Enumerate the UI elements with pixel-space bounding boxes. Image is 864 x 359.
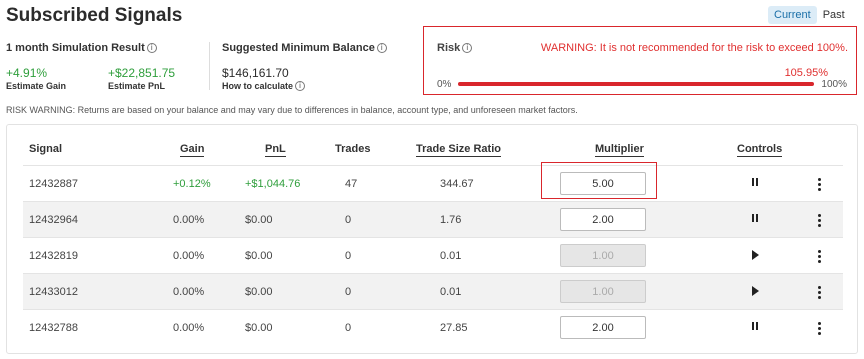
table-row: 12432819 0.00% $0.00 0 0.01 [23,237,843,273]
cell-ratio: 1.76 [440,214,462,226]
cell-trades: 0 [345,286,352,298]
header-ratio[interactable]: Trade Size Ratio [416,143,501,157]
risk-note: RISK WARNING: Returns are based on your … [6,105,578,115]
pause-icon[interactable] [748,320,762,334]
cell-trades: 47 [345,178,358,190]
min-balance-label-text: Suggested Minimum Balance [222,42,375,54]
divider [209,42,210,90]
header-gain[interactable]: Gain [180,143,205,157]
cell-gain: 0.00% [173,250,205,262]
more-options-icon[interactable] [815,284,825,300]
estimate-gain-label: Estimate Gain [6,81,67,91]
cell-ratio: 0.01 [440,250,462,262]
header-signal: Signal [29,143,63,155]
cell-trades: 0 [345,250,352,262]
info-icon[interactable]: i [146,43,157,53]
cell-ratio: 27.85 [440,322,468,334]
cell-gain: +0.12% [173,178,211,190]
play-icon[interactable] [748,248,762,262]
cell-signal: 12432788 [29,322,78,334]
min-balance-label: Suggested Minimum Balance i [222,42,387,54]
risk-progress-fill [458,82,814,86]
cell-gain: 0.00% [173,214,205,226]
more-options-icon[interactable] [815,212,825,228]
cell-ratio: 0.01 [440,286,462,298]
info-icon[interactable]: i [295,81,306,91]
more-options-icon[interactable] [815,176,825,192]
risk-max-label: 100% [821,79,847,90]
estimate-pnl-label: Estimate PnL [108,81,166,91]
cell-gain: 0.00% [173,286,205,298]
multiplier-highlight-box [541,162,657,199]
risk-label-text: Risk [437,42,461,54]
more-options-icon[interactable] [815,320,825,336]
multiplier-input[interactable] [560,316,646,339]
how-to-calculate-text: How to calculate [222,81,294,91]
table-row: 12433012 0.00% $0.00 0 0.01 [23,273,843,309]
cell-signal: 12432819 [29,250,78,262]
cell-trades: 0 [345,214,352,226]
min-balance-value: $146,161.70 [222,66,289,80]
header-pnl[interactable]: PnL [265,143,286,157]
pause-icon[interactable] [748,212,762,226]
cell-signal: 12432887 [29,178,78,190]
tab-past[interactable]: Past [817,6,851,24]
header-multiplier[interactable]: Multiplier [595,143,644,157]
view-toggle: Current Past [768,6,851,24]
multiplier-input [560,244,646,267]
estimate-pnl-value: +$22,851.75 [108,66,176,80]
cell-trades: 0 [345,322,352,334]
simulation-label: 1 month Simulation Result i [6,42,157,54]
estimate-gain-value: +4.91% [6,66,48,80]
how-to-calculate-link[interactable]: How to calculate i [222,81,306,91]
risk-label: Risk i [437,42,473,54]
info-icon[interactable]: i [462,43,473,53]
play-icon[interactable] [748,284,762,298]
table-row: 12432788 0.00% $0.00 0 27.85 [23,309,843,345]
risk-warning: WARNING: It is not recommended for the r… [540,42,848,54]
risk-progress-bar [458,82,814,86]
multiplier-input [560,280,646,303]
multiplier-input[interactable] [560,208,646,231]
cell-ratio: 344.67 [440,178,474,190]
cell-pnl: $0.00 [245,250,273,262]
header-controls: Controls [737,143,783,157]
risk-percent: 105.95% [784,67,828,79]
table-header: Signal Gain PnL Trades Trade Size Ratio … [23,137,843,165]
tab-current[interactable]: Current [768,6,817,24]
risk-min-label: 0% [437,79,452,90]
cell-gain: 0.00% [173,322,205,334]
cell-signal: 12432964 [29,214,78,226]
page-title: Subscribed Signals [6,5,183,26]
table-row: 12432964 0.00% $0.00 0 1.76 [23,201,843,237]
header-trades: Trades [335,143,371,155]
signals-table: Signal Gain PnL Trades Trade Size Ratio … [6,124,858,354]
cell-pnl: $0.00 [245,322,273,334]
cell-pnl: +$1,044.76 [245,178,301,190]
pause-icon[interactable] [748,176,762,190]
info-icon[interactable]: i [376,43,387,53]
more-options-icon[interactable] [815,248,825,264]
table-row: 12432887 +0.12% +$1,044.76 47 344.67 [23,165,843,201]
cell-signal: 12433012 [29,286,78,298]
simulation-label-text: 1 month Simulation Result [6,42,145,54]
cell-pnl: $0.00 [245,214,273,226]
cell-pnl: $0.00 [245,286,273,298]
